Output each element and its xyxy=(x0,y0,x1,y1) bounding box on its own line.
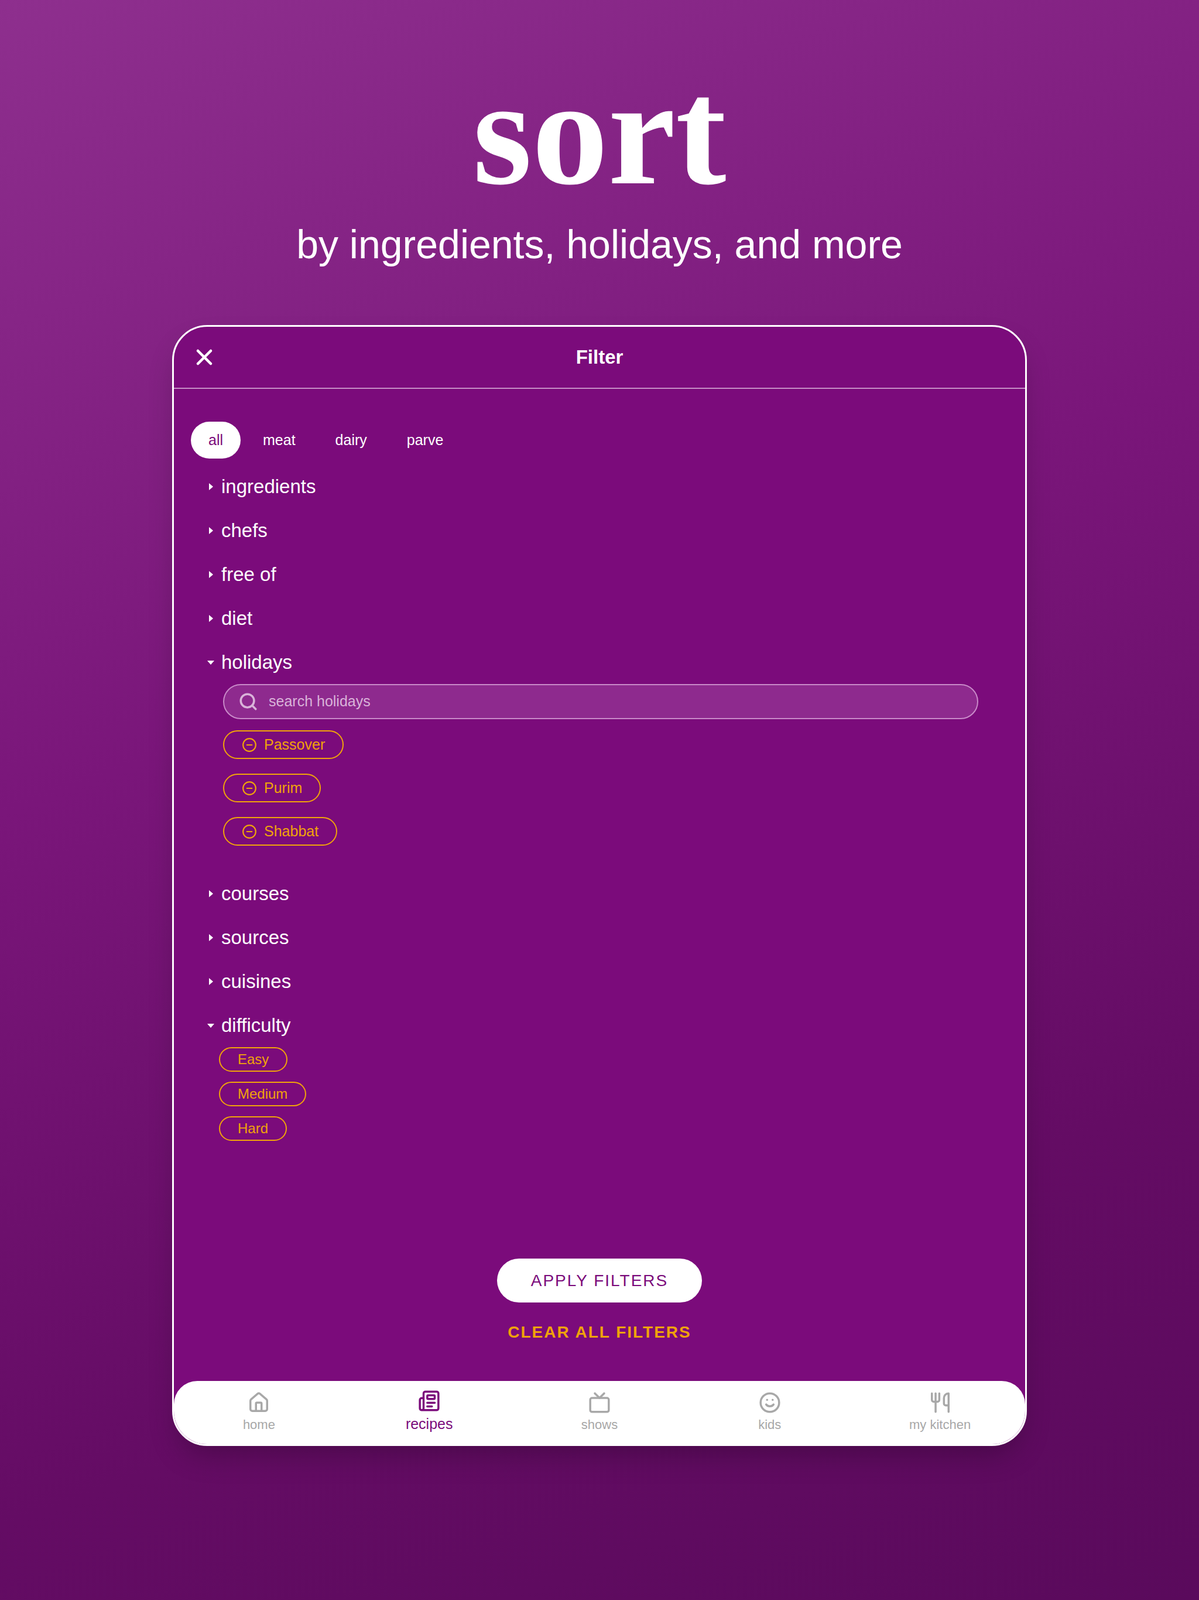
tab-item[interactable]: kids xyxy=(684,1391,855,1434)
search-field[interactable]: search holidays xyxy=(223,683,979,719)
section-label: holidays xyxy=(221,649,293,674)
apply-button[interactable]: APPLY FILTERS xyxy=(497,1258,702,1303)
filter-tag[interactable]: Easy xyxy=(218,1046,288,1072)
filter-section: difficulty Easy Medium Hard xyxy=(190,1002,1009,1147)
caret-down-icon xyxy=(206,657,216,667)
type-chip[interactable]: parve xyxy=(389,421,462,459)
section-label: difficulty xyxy=(221,1012,291,1037)
filter-tag[interactable]: Medium xyxy=(218,1081,307,1106)
section-header[interactable]: sources xyxy=(190,915,1009,959)
filter-section: diet xyxy=(190,595,1009,640)
page: sort by ingredients, holidays, and more Fi… xyxy=(0,0,1199,1600)
section-header[interactable]: ingredients xyxy=(190,464,1009,509)
type-chip[interactable]: dairy xyxy=(317,421,385,459)
section-label: courses xyxy=(221,881,290,906)
section-header[interactable]: chefs xyxy=(190,508,1009,553)
filter-actions: APPLY FILTERS CLEAR ALL FILTERS xyxy=(190,1258,1009,1381)
kids-icon xyxy=(758,1391,781,1414)
tab-item[interactable]: home xyxy=(173,1391,345,1434)
type-chips: allmeatdairyparve xyxy=(190,421,1009,459)
caret-right-icon xyxy=(206,481,216,492)
section-label: sources xyxy=(221,925,290,950)
recipes-icon xyxy=(418,1389,441,1412)
remove-icon xyxy=(241,823,258,839)
device-frame: Filter allmeatdairyparve ingredients chefs f… xyxy=(172,324,1027,1446)
search-icon xyxy=(238,691,259,712)
filter-tag[interactable]: Passover xyxy=(223,730,344,759)
subtitle: by ingredients, holidays, and more xyxy=(296,219,903,270)
section-header[interactable]: diet xyxy=(190,595,1009,640)
filter-section: sources xyxy=(190,915,1009,959)
filter-section: chefs xyxy=(190,508,1009,553)
tab-bar: homerecipesshowskidsmy kitchen xyxy=(173,1380,1026,1444)
section-label: ingredients xyxy=(221,474,316,499)
clear-button[interactable]: CLEAR ALL FILTERS xyxy=(507,1319,691,1345)
caret-right-icon xyxy=(206,569,216,580)
remove-icon xyxy=(241,737,258,753)
caret-right-icon xyxy=(206,976,216,986)
section-label: chefs xyxy=(221,518,268,543)
type-chip[interactable]: all xyxy=(190,421,241,459)
section-header[interactable]: courses xyxy=(190,871,1009,916)
filter-tag[interactable]: Shabbat xyxy=(223,816,338,846)
filter-section: courses xyxy=(190,871,1009,916)
section-body: search holidays Passover Purim Shabbat xyxy=(190,683,1009,872)
tab-item[interactable]: recipes xyxy=(344,1389,515,1435)
type-chip[interactable]: meat xyxy=(245,421,314,459)
section-header[interactable]: free of xyxy=(190,552,1009,596)
filter-section: cuisines xyxy=(190,958,1009,1003)
filter-header: Filter xyxy=(173,326,1026,389)
section-header[interactable]: holidays xyxy=(190,639,1009,684)
section-header[interactable]: difficulty xyxy=(190,1002,1009,1047)
tab-item[interactable]: shows xyxy=(514,1391,685,1434)
home-icon xyxy=(247,1391,270,1414)
headline: sort xyxy=(472,55,726,208)
shows-icon xyxy=(588,1391,611,1414)
section-label: diet xyxy=(221,605,253,630)
section-body: Easy Medium Hard xyxy=(190,1046,1009,1147)
filter-section: free of xyxy=(190,552,1009,596)
filter-section: holidays search holidays Passover Purim Shab… xyxy=(190,639,1009,872)
close-icon xyxy=(191,344,218,371)
search-placeholder: search holidays xyxy=(268,690,371,713)
filter-content: allmeatdairyparve ingredients chefs free of… xyxy=(173,388,1026,1381)
filter-title: Filter xyxy=(576,342,624,372)
filter-tag[interactable]: Purim xyxy=(223,773,321,803)
remove-icon xyxy=(241,780,258,796)
filter-section: ingredients xyxy=(190,464,1009,509)
tab-item[interactable]: my kitchen xyxy=(854,1391,1026,1434)
caret-right-icon xyxy=(206,932,216,942)
caret-right-icon xyxy=(206,525,216,536)
section-label: cuisines xyxy=(221,968,291,993)
caret-right-icon xyxy=(206,613,216,623)
section-header[interactable]: cuisines xyxy=(190,958,1009,1003)
caret-down-icon xyxy=(206,1020,216,1030)
filter-tag[interactable]: Hard xyxy=(218,1115,287,1141)
section-label: free of xyxy=(221,562,277,587)
caret-right-icon xyxy=(206,888,216,899)
close-button[interactable] xyxy=(191,344,218,371)
utensils-icon xyxy=(929,1391,952,1414)
